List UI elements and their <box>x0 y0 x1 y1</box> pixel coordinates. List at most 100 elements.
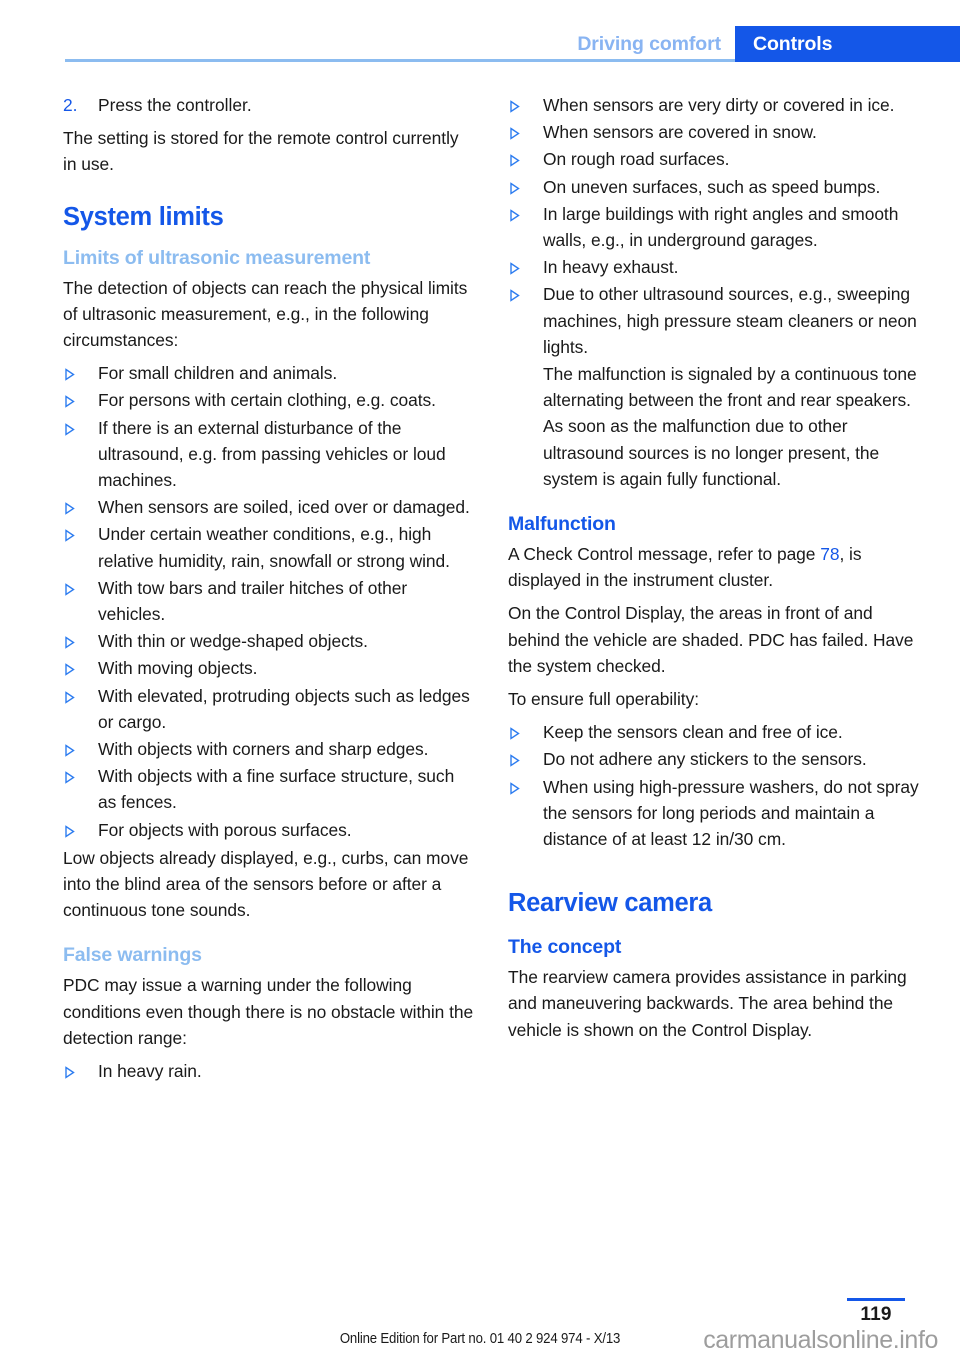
list-item-label: With thin or wedge-shaped objects. <box>98 631 368 652</box>
list-item: With elevated, protruding objects such a… <box>63 683 474 735</box>
triangle-bullet-icon <box>508 92 543 118</box>
list-item: In heavy exhaust. <box>508 254 919 280</box>
list-item: With objects with corners and sharp edge… <box>63 736 474 762</box>
list-item-label: With objects with corners and sharp edge… <box>98 739 429 760</box>
triangle-bullet-icon <box>63 415 98 494</box>
triangle-bullet-icon <box>508 281 543 360</box>
list-item-label: On uneven surfaces, such as speed bumps. <box>543 176 881 197</box>
list-item-label: When sensors are covered in snow. <box>543 122 817 143</box>
list-item-label: Due to other ultrasound sources, e.g., s… <box>543 284 917 357</box>
list-item-label: When using high-pressure washers, do not… <box>543 776 919 850</box>
list-item: With tow bars and trailer hitches of oth… <box>63 575 474 627</box>
list-item-continuation-label: The malfunction is signaled by a continu… <box>543 364 917 489</box>
triangle-bullet-icon <box>63 575 98 627</box>
list-item-label: In heavy rain. <box>98 1061 202 1082</box>
list-item: With thin or wedge-shaped objects. <box>63 628 474 654</box>
triangle-bullet-icon <box>63 655 98 681</box>
limits-bullet-list: For small children and animals. For pers… <box>63 360 474 843</box>
page-footer: 119 Online Edition for Part no. 01 40 2 … <box>0 1290 960 1362</box>
triangle-bullet-icon <box>63 817 98 843</box>
list-item-label: Under certain weather conditions, e.g., … <box>98 524 450 571</box>
triangle-bullet-icon <box>508 254 543 280</box>
list-item: When sensors are very dirty or covered i… <box>508 92 919 118</box>
page-reference-link[interactable]: 78 <box>820 544 839 564</box>
list-item: Due to other ultrasound sources, e.g., s… <box>508 281 919 360</box>
list-item-label: For objects with porous surfaces. <box>98 819 352 840</box>
step-text: Press the controller. <box>98 95 252 115</box>
numbered-step: 2. Press the controller. <box>63 92 474 118</box>
paragraph-low-objects: Low objects already displayed, e.g., cur… <box>63 847 469 921</box>
footer-divider <box>847 1298 905 1301</box>
list-item-label: When sensors are very dirty or covered i… <box>543 95 895 115</box>
header-divider <box>65 59 735 62</box>
left-column: 2. Press the controller. The setting is … <box>63 92 474 1085</box>
paragraph-setting-stored: The setting is stored for the remote con… <box>63 128 459 175</box>
triangle-bullet-icon <box>508 174 543 200</box>
list-item: In large buildings with right angles and… <box>508 201 919 253</box>
list-item-label: On rough road surfaces. <box>543 149 730 170</box>
step-number: 2. <box>63 95 78 115</box>
list-item-label: With moving objects. <box>98 658 258 679</box>
triangle-bullet-icon <box>63 628 98 654</box>
paragraph-pdc-warning: PDC may issue a warning under the follow… <box>63 975 474 1048</box>
list-item: With moving objects. <box>63 655 474 681</box>
list-item-label: For small children and animals. <box>98 363 338 384</box>
right-column: When sensors are very dirty or covered i… <box>508 92 919 1050</box>
list-item-label: For persons with certain clothing, e.g. … <box>98 390 436 411</box>
triangle-bullet-icon <box>63 736 98 762</box>
page-header: Driving comfort Controls <box>0 0 960 66</box>
heading-the-concept: The concept <box>508 936 622 959</box>
list-item-continuation: The malfunction is signaled by a continu… <box>508 361 919 492</box>
false-warnings-bullet-list-right: When sensors are very dirty or covered i… <box>508 92 919 492</box>
check-control-text-pre: A Check Control message, refer to page <box>508 544 821 565</box>
triangle-bullet-icon <box>63 1058 98 1084</box>
paragraph-ensure-operability: To ensure full operability: <box>508 689 700 710</box>
page-number: 119 <box>860 1304 892 1325</box>
header-tabs: Driving comfort Controls <box>577 26 960 62</box>
list-item-label: In large buildings with right angles and… <box>543 203 899 251</box>
triangle-bullet-icon <box>508 719 543 745</box>
paragraph-control-display: On the Control Display, the areas in fro… <box>508 603 914 676</box>
triangle-bullet-icon <box>508 774 543 853</box>
paragraph-detection-limits: The detection of objects can reach the p… <box>63 277 468 351</box>
list-item-label: In heavy exhaust. <box>543 257 679 278</box>
list-item: Under certain weather conditions, e.g., … <box>63 521 474 573</box>
triangle-bullet-icon <box>63 360 98 386</box>
list-item: For small children and animals. <box>63 360 474 386</box>
list-item-label: With objects with a fine surface structu… <box>98 766 455 813</box>
triangle-bullet-icon <box>63 387 98 413</box>
tab-controls-label: Controls <box>753 32 833 55</box>
list-item: On uneven surfaces, such as speed bumps. <box>508 174 919 200</box>
list-item: On rough road surfaces. <box>508 146 919 172</box>
list-item: If there is an external disturbance of t… <box>63 415 474 494</box>
list-item-label: With tow bars and trailer hitches of oth… <box>98 577 408 625</box>
paragraph-check-control: A Check Control message, refer to page 7… <box>508 541 919 593</box>
triangle-bullet-icon <box>508 146 543 172</box>
triangle-bullet-icon <box>63 521 98 573</box>
list-item: With objects with a fine surface structu… <box>63 763 474 815</box>
heading-false-warnings: False warnings <box>63 944 202 967</box>
list-item-label: Do not adhere any stickers to the sensor… <box>543 749 867 770</box>
list-item: For persons with certain clothing, e.g. … <box>63 387 474 413</box>
triangle-bullet-icon <box>508 746 543 772</box>
watermark-text: carmanualsonline.info <box>703 1326 938 1354</box>
tab-driving-comfort[interactable]: Driving comfort <box>577 26 735 62</box>
list-item: For objects with porous surfaces. <box>63 817 474 843</box>
heading-malfunction: Malfunction <box>508 513 616 536</box>
operability-bullet-list: Keep the sensors clean and free of ice. … <box>508 719 919 852</box>
triangle-bullet-icon <box>63 763 98 815</box>
heading-rearview-camera: Rearview camera <box>508 889 712 918</box>
list-item-label: If there is an external disturbance of t… <box>98 417 446 491</box>
list-item-label: When sensors are soiled, iced over or da… <box>98 497 470 518</box>
triangle-bullet-icon <box>508 201 543 253</box>
list-item: Keep the sensors clean and free of ice. <box>508 719 919 745</box>
list-item: When using high-pressure washers, do not… <box>508 774 919 853</box>
triangle-bullet-icon <box>63 494 98 520</box>
tab-controls[interactable]: Controls <box>735 26 960 62</box>
list-item-label: With elevated, protruding objects such a… <box>98 685 470 732</box>
list-item: In heavy rain. <box>63 1058 474 1084</box>
list-item: Do not adhere any stickers to the sensor… <box>508 746 919 772</box>
paragraph-rearview-camera: The rearview camera provides assistance … <box>508 967 907 1040</box>
triangle-bullet-icon <box>63 683 98 735</box>
heading-system-limits: System limits <box>63 202 224 231</box>
